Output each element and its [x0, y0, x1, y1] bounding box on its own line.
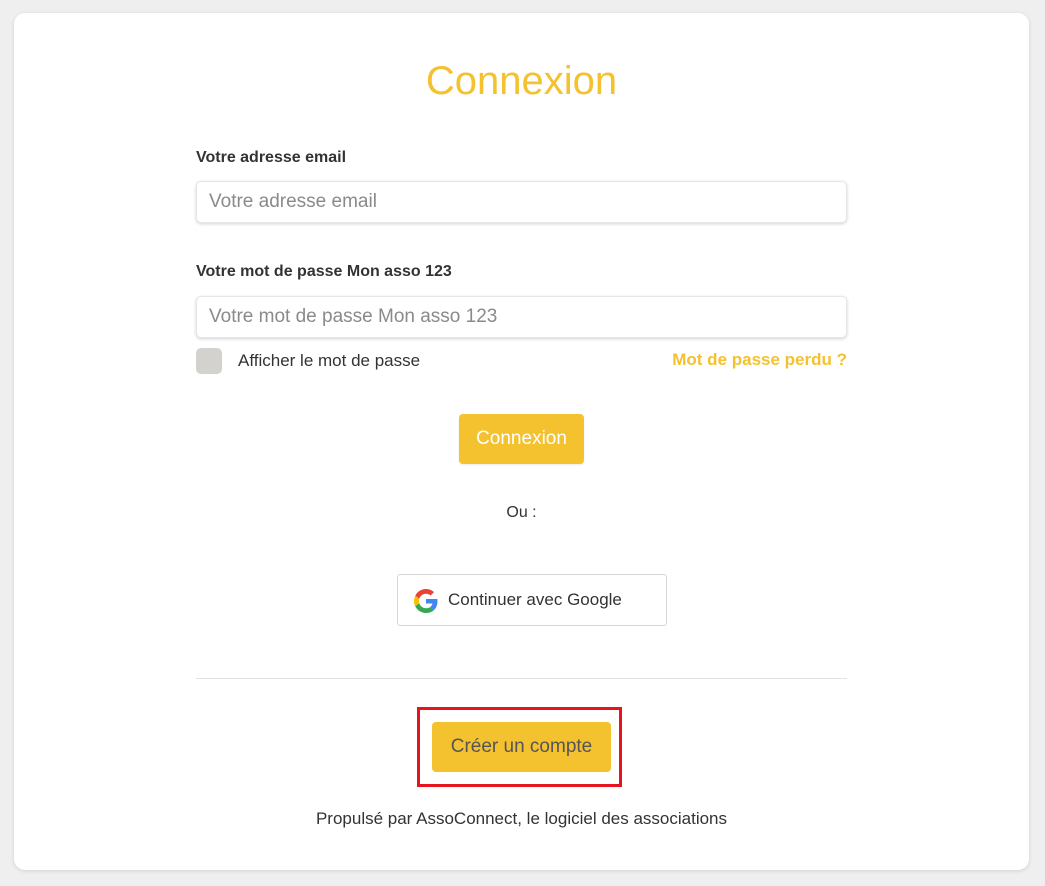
- divider: [196, 678, 847, 679]
- google-login-label: Continuer avec Google: [448, 590, 622, 609]
- password-input[interactable]: [196, 296, 847, 338]
- show-password-label: Afficher le mot de passe: [238, 351, 421, 370]
- forgot-password-link[interactable]: Mot de passe perdu ?: [672, 350, 847, 370]
- google-icon: [414, 589, 438, 613]
- password-label: Votre mot de passe Mon asso 123: [196, 263, 452, 280]
- page-title: Connexion: [425, 59, 618, 103]
- login-button[interactable]: Connexion: [459, 414, 584, 464]
- footer-text: Propulsé par AssoConnect, le logiciel de…: [315, 809, 728, 828]
- email-input[interactable]: [196, 181, 847, 223]
- login-card: Connexion Votre adresse email Votre mot …: [14, 13, 1029, 870]
- google-login-button[interactable]: Continuer avec Google: [397, 574, 667, 626]
- email-label: Votre adresse email: [196, 149, 347, 166]
- show-password-checkbox[interactable]: [196, 348, 222, 374]
- create-account-button[interactable]: Créer un compte: [432, 722, 611, 772]
- or-separator-text: Ou :: [506, 504, 537, 521]
